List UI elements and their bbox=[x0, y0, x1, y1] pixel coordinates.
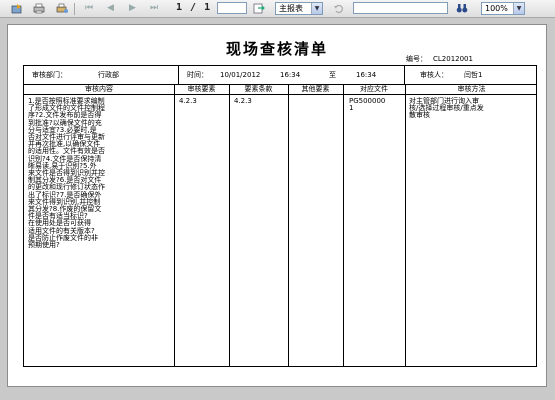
view-select-value: 主报表 bbox=[279, 4, 303, 13]
column-divider bbox=[229, 85, 230, 366]
next-page-icon[interactable]: ▶ bbox=[129, 2, 136, 14]
audit-info-row: 审核部门： 行政部 时间： 10/01/2012 16:34 至 16:34 审… bbox=[23, 65, 537, 85]
to-label: 至 bbox=[329, 71, 336, 79]
auditor-value: 闫哲1 bbox=[464, 71, 483, 79]
goto-icon[interactable] bbox=[253, 3, 265, 14]
col-header-clause: 要素条款 bbox=[244, 85, 273, 93]
export-icon[interactable] bbox=[11, 3, 23, 14]
header-divider bbox=[24, 94, 536, 95]
prev-page-icon[interactable]: ◀ bbox=[107, 2, 114, 14]
col-header-file: 对应文件 bbox=[360, 85, 388, 93]
col-header-content: 审核内容 bbox=[85, 85, 113, 93]
divider bbox=[404, 66, 405, 84]
first-page-icon[interactable]: ⏮ bbox=[85, 2, 93, 14]
chevron-down-icon: ▼ bbox=[513, 3, 524, 14]
document-number-label: 编号： bbox=[406, 55, 427, 63]
start-time: 16:34 bbox=[280, 71, 301, 79]
audit-table: 审核内容 审核要素 要素条款 其他要素 对应文件 审核方法 1.是否按照标准要求… bbox=[23, 85, 537, 367]
report-page: 现场查核清单 编号： CL2012001 审核部门： 行政部 时间： 10/01/… bbox=[7, 24, 547, 387]
print-setup-icon[interactable] bbox=[56, 3, 68, 14]
document-number-value: CL2012001 bbox=[433, 55, 473, 63]
column-divider bbox=[405, 85, 406, 366]
zoom-select[interactable]: 100% ▼ bbox=[481, 2, 525, 15]
zoom-value: 100% bbox=[485, 4, 508, 13]
binoculars-icon[interactable] bbox=[456, 3, 468, 14]
toolbar-separator bbox=[74, 3, 75, 15]
dept-label: 审核部门： bbox=[32, 71, 67, 79]
column-divider bbox=[343, 85, 344, 366]
col-header-method: 审核方法 bbox=[457, 85, 486, 93]
end-time: 16:34 bbox=[356, 71, 377, 79]
col-header-other: 其他要素 bbox=[301, 85, 330, 93]
dept-value: 行政部 bbox=[98, 71, 119, 79]
last-page-icon[interactable]: ⏭ bbox=[150, 2, 158, 14]
column-divider bbox=[288, 85, 289, 366]
page-indicator: 1 / 1 bbox=[176, 2, 212, 13]
date-value: 10/01/2012 bbox=[220, 71, 261, 79]
row-content: 1.是否按照标准要求编制 了形成文件的文件控制程 序?2.文件发布前是否得 到批… bbox=[28, 97, 105, 250]
view-select[interactable]: 主报表 ▼ bbox=[275, 2, 323, 15]
refresh-icon[interactable] bbox=[333, 3, 345, 14]
row-element: 4.2.3 bbox=[179, 97, 197, 105]
document-number: 编号： CL2012001 bbox=[406, 54, 473, 64]
row-clause: 4.2.3 bbox=[234, 97, 252, 105]
search-input[interactable] bbox=[353, 2, 448, 14]
row-method: 对主管部门进行询入审 核/选择过程审核/重点发 散审核 bbox=[409, 97, 484, 120]
print-icon[interactable] bbox=[33, 3, 45, 14]
col-header-element: 审核要素 bbox=[187, 85, 216, 93]
auditor-label: 审核人： bbox=[420, 71, 448, 79]
time-label: 时间： bbox=[187, 71, 208, 79]
divider bbox=[178, 66, 179, 84]
goto-page-input[interactable] bbox=[217, 2, 247, 14]
report-toolbar: ⏮ ◀ ▶ ⏭ 1 / 1 主报表 ▼ 100% ▼ bbox=[0, 0, 555, 18]
chevron-down-icon: ▼ bbox=[311, 3, 322, 14]
column-divider bbox=[174, 85, 175, 366]
row-file: PG500000 1 bbox=[349, 97, 386, 113]
